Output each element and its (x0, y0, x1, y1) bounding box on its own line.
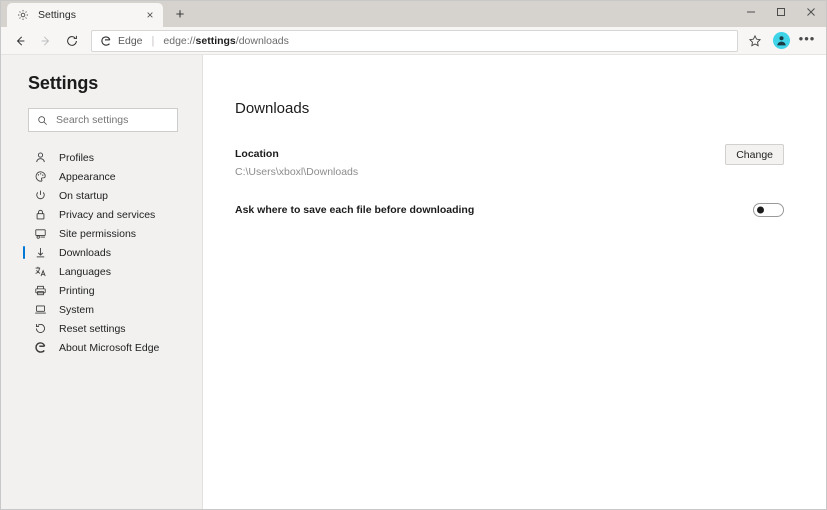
back-icon[interactable] (7, 29, 33, 53)
new-tab-button[interactable]: + (168, 2, 192, 26)
download-arrow-icon (32, 245, 48, 261)
sidebar-item-label: Downloads (59, 246, 111, 259)
site-permissions-icon (32, 226, 48, 242)
sidebar-item-label: On startup (59, 189, 109, 202)
sidebar-item-printing[interactable]: Printing (1, 281, 202, 300)
sidebar-item-appearance[interactable]: Appearance (1, 167, 202, 186)
edge-logo-icon (100, 35, 112, 47)
selection-indicator (23, 246, 25, 259)
close-button[interactable] (796, 1, 826, 23)
refresh-icon[interactable] (59, 29, 85, 53)
more-menu-button[interactable]: ••• (794, 29, 820, 53)
sidebar-item-label: Site permissions (59, 227, 137, 240)
settings-main-panel: Downloads Location C:\Users\xboxl\Downlo… (203, 55, 826, 509)
ask-where-toggle[interactable] (753, 203, 784, 217)
sidebar-item-profiles[interactable]: Profiles (1, 148, 202, 167)
laptop-icon (32, 302, 48, 318)
url-suffix: /downloads (235, 34, 289, 47)
close-icon[interactable]: × (143, 8, 157, 22)
browser-toolbar: Edge | edge://settings/downloads ••• (1, 27, 826, 55)
change-button[interactable]: Change (725, 144, 784, 165)
location-setting-row: Location C:\Users\xboxl\Downloads Change (235, 144, 784, 179)
sidebar-item-site-permissions[interactable]: Site permissions (1, 224, 202, 243)
browser-window: Settings × + Edge | edge://settings/down… (0, 0, 827, 510)
location-path: C:\Users\xboxl\Downloads (235, 166, 359, 178)
forward-icon (33, 29, 59, 53)
omnibox-separator: | (151, 34, 155, 47)
edge-logo-icon (32, 340, 48, 356)
ask-where-setting-row: Ask where to save each file before downl… (235, 202, 784, 218)
sidebar-item-privacy-and-services[interactable]: Privacy and services (1, 205, 202, 224)
palette-icon (32, 169, 48, 185)
sidebar-item-label: Reset settings (59, 322, 126, 335)
sidebar-item-reset-settings[interactable]: Reset settings (1, 319, 202, 338)
maximize-button[interactable] (766, 1, 796, 23)
search-input[interactable] (56, 114, 169, 126)
downloads-heading: Downloads (235, 100, 310, 117)
gear-icon (16, 8, 30, 22)
url-prefix: edge:// (163, 34, 196, 47)
reset-icon (32, 321, 48, 337)
sidebar-item-label: Printing (59, 284, 95, 297)
more-dots: ••• (798, 30, 816, 46)
tab-strip: Settings × + (1, 1, 826, 27)
ask-where-text-group: Ask where to save each file before downl… (235, 202, 753, 218)
sidebar-item-system[interactable]: System (1, 300, 202, 319)
sidebar-item-languages[interactable]: Languages (1, 262, 202, 281)
window-controls (736, 1, 826, 23)
toggle-knob (757, 206, 764, 214)
printer-icon (32, 283, 48, 299)
sidebar-item-label: System (59, 303, 95, 316)
tab-title: Settings (38, 9, 76, 21)
lock-icon (32, 207, 48, 223)
location-label: Location (235, 148, 279, 160)
sidebar-item-label: About Microsoft Edge (59, 341, 160, 354)
url-text: edge://settings/downloads (163, 35, 289, 47)
page-title: Settings (28, 73, 99, 93)
ask-where-label: Ask where to save each file before downl… (235, 204, 475, 216)
settings-sidebar: Settings Profiles (1, 55, 203, 509)
tab-settings[interactable]: Settings × (7, 3, 163, 27)
settings-nav-list: Profiles Appearance On startup Privacy a… (1, 148, 202, 357)
sidebar-item-downloads[interactable]: Downloads (1, 243, 202, 262)
address-bar[interactable]: Edge | edge://settings/downloads (91, 29, 738, 52)
power-icon (32, 188, 48, 204)
star-icon[interactable] (742, 29, 768, 53)
minimize-button[interactable] (736, 1, 766, 23)
sidebar-item-label: Appearance (59, 170, 116, 183)
search-settings-box[interactable] (28, 108, 178, 132)
person-icon (32, 150, 48, 166)
profile-avatar[interactable] (768, 29, 794, 53)
brand-label: Edge (118, 34, 143, 47)
avatar (772, 32, 790, 49)
search-icon (37, 115, 48, 126)
sidebar-item-label: Languages (59, 265, 111, 278)
sidebar-item-on-startup[interactable]: On startup (1, 186, 202, 205)
location-text-group: Location C:\Users\xboxl\Downloads (235, 146, 725, 179)
page-content: Settings Profiles (1, 55, 826, 509)
sidebar-item-about-microsoft-edge[interactable]: About Microsoft Edge (1, 338, 202, 357)
sidebar-item-label: Privacy and services (59, 208, 156, 221)
languages-icon (32, 264, 48, 280)
sidebar-item-label: Profiles (59, 151, 95, 164)
url-bold: settings (195, 34, 236, 47)
